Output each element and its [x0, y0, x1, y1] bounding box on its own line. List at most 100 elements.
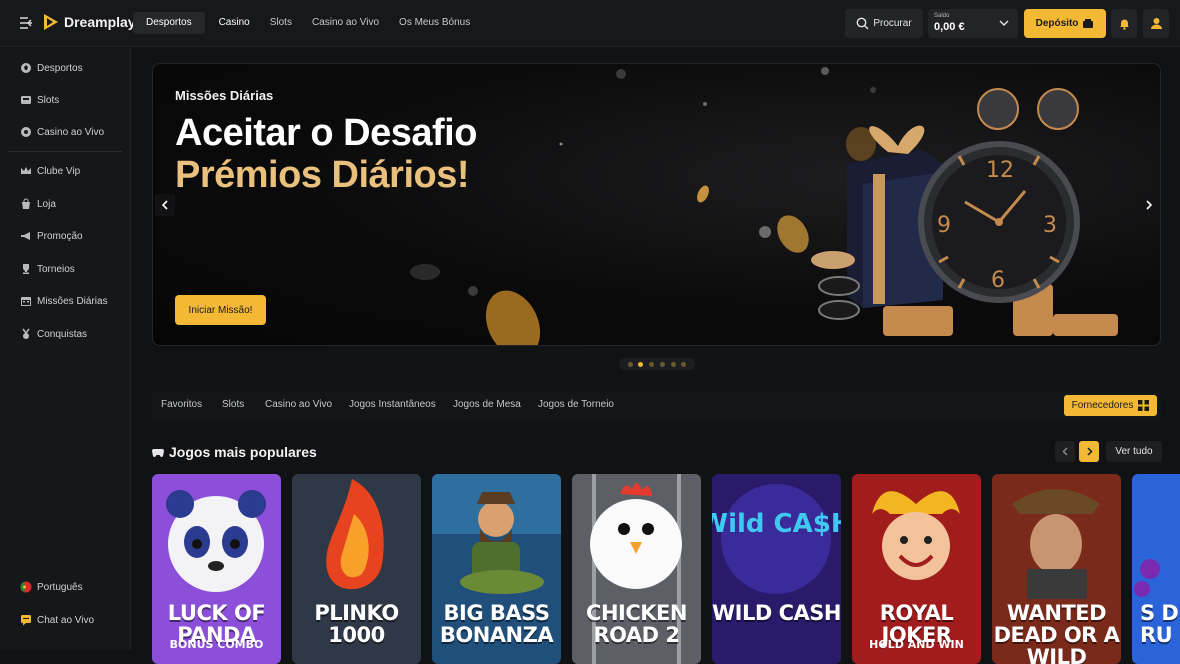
language-label: Português — [37, 581, 83, 593]
popular-games-title: Jogos mais populares — [169, 444, 317, 460]
tab-table-games[interactable]: Jogos de Mesa — [453, 399, 521, 410]
games-next-button[interactable] — [1079, 441, 1099, 462]
pagination-dot[interactable] — [627, 361, 633, 367]
game-subtitle: BONUS COMBO — [169, 638, 264, 651]
sidebar-item-label: Promoção — [37, 230, 83, 242]
clock-number-9: 9 — [937, 213, 951, 238]
game-title: WILD CASH — [712, 601, 841, 625]
pagination-dot[interactable] — [638, 361, 644, 367]
top-nav-slots[interactable]: Slots — [260, 12, 302, 34]
tab-live-casino[interactable]: Casino ao Vivo — [265, 399, 332, 410]
chat-icon — [21, 615, 31, 626]
clock-number-3: 3 — [1043, 213, 1057, 238]
tab-favorites[interactable]: Favoritos — [161, 399, 202, 410]
tab-slots[interactable]: Slots — [222, 399, 244, 410]
live-chat-label: Chat ao Vivo — [37, 614, 95, 626]
sidebar-item-shop[interactable]: Loja — [20, 197, 56, 211]
top-nav-my-bonuses[interactable]: Os Meus Bónus — [389, 12, 480, 34]
clock-face-numbers: 12 3 6 9 — [937, 158, 1057, 293]
top-nav-live-casino[interactable]: Casino ao Vivo — [302, 12, 389, 34]
hero-prev-button[interactable] — [155, 194, 175, 216]
deposit-button[interactable]: Depósito — [1024, 9, 1106, 38]
deposit-label: Depósito — [1035, 18, 1079, 29]
hero-kicker: Missões Diárias — [175, 88, 274, 103]
brand-name: Dreamplay — [64, 14, 136, 30]
pagination-dot[interactable] — [649, 361, 655, 367]
sidebar-item-tournaments[interactable]: Torneios — [20, 262, 75, 276]
sidebar-item-slots[interactable]: Slots — [20, 93, 59, 107]
game-card-wanted-dead-or-a-wild[interactable]: WANTED DEAD OR A WILD — [992, 474, 1121, 664]
brand-logo[interactable]: Dreamplay — [42, 12, 136, 32]
balance-label: Saldo — [934, 13, 950, 19]
menu-toggle-icon[interactable] — [18, 15, 34, 31]
game-card-royal-joker[interactable]: ROYAL JOKER HOLD AND WIN — [852, 474, 981, 664]
pagination-dot[interactable] — [670, 361, 676, 367]
trophy-icon — [23, 264, 29, 274]
providers-label: Fornecedores — [1071, 400, 1134, 411]
sidebar-item-daily-missions[interactable]: Missões Diárias — [20, 294, 108, 308]
sidebar-item-achievements[interactable]: Conquistas — [20, 327, 87, 341]
sidebar-item-live-casino[interactable]: Casino ao Vivo — [20, 125, 104, 139]
profile-button[interactable] — [1143, 9, 1169, 38]
pagination-dot[interactable] — [681, 361, 687, 367]
medal-icon — [22, 328, 30, 339]
games-prev-button[interactable] — [1055, 441, 1075, 462]
see-all-button[interactable]: Ver tudo — [1106, 441, 1162, 462]
top-bar: Dreamplay Desportos Casino Slots Casino … — [0, 0, 1180, 47]
gamepad-icon — [152, 448, 164, 457]
game-title: BIG BASS BONANZA — [439, 601, 554, 647]
game-subtitle: HOLD AND WIN — [869, 638, 964, 651]
chevron-right-icon — [1086, 447, 1093, 456]
balance-dropdown[interactable]: Saldo 0,00 € — [928, 9, 1018, 38]
search-label: Procurar — [873, 18, 912, 29]
grid-icon — [1138, 400, 1150, 411]
providers-button[interactable]: Fornecedores — [1064, 395, 1157, 416]
tab-instant-games[interactable]: Jogos Instantâneos — [349, 399, 436, 410]
sports-ball-icon — [21, 63, 31, 73]
start-mission-button[interactable]: Iniciar Missão! — [175, 295, 266, 325]
hero-next-button[interactable] — [1139, 194, 1159, 216]
sidebar-item-label: Loja — [37, 198, 56, 210]
top-nav-casino[interactable]: Casino — [209, 12, 260, 34]
sidebar-item-sports[interactable]: Desportos — [20, 61, 83, 75]
sidebar-item-label: Casino ao Vivo — [37, 126, 105, 138]
sidebar-item-label: Slots — [37, 94, 60, 106]
hero-banner[interactable]: 12 3 6 9 Missões Diárias Aceitar o Desaf… — [152, 63, 1161, 346]
notifications-button[interactable] — [1111, 9, 1137, 38]
sidebar-item-label: Missões Diárias — [37, 295, 108, 307]
wallet-icon — [1083, 18, 1094, 28]
live-chat-button[interactable]: Chat ao Vivo — [20, 613, 94, 627]
game-card-luck-of-panda[interactable]: LUCK OF PANDA BONUS COMBO — [152, 474, 281, 664]
sidebar-item-label: Conquistas — [37, 328, 88, 340]
game-card-plinko-1000[interactable]: PLINKO 1000 — [292, 474, 421, 664]
language-selector[interactable]: Português — [20, 580, 83, 594]
pagination-dot[interactable] — [659, 361, 665, 367]
hero-pagination — [619, 358, 695, 370]
category-tabs: Favoritos Slots Casino ao Vivo Jogos Ins… — [152, 392, 1161, 420]
sidebar-item-label: Torneios — [37, 263, 75, 275]
calendar-icon — [21, 297, 31, 306]
chevron-right-icon — [1146, 200, 1153, 210]
sidebar-item-label: Clube Vip — [37, 165, 81, 177]
search-button[interactable]: Procurar — [845, 9, 923, 38]
logo-mark-icon — [44, 14, 58, 30]
game-card-partial[interactable]: S D RU — [1132, 474, 1180, 664]
slots-icon — [21, 96, 31, 104]
clock-number-6: 6 — [991, 268, 1005, 293]
game-card-wild-cash[interactable]: Wild CA$H WILD CASH — [712, 474, 841, 664]
tab-tournament-games[interactable]: Jogos de Torneio — [538, 399, 614, 410]
game-art: Wild CA$H — [712, 474, 841, 664]
game-card-big-bass-bonanza[interactable]: BIG BASS BONANZA — [432, 474, 561, 664]
sidebar-divider — [8, 151, 122, 152]
chevron-left-icon — [1061, 447, 1068, 456]
sidebar-item-promotion[interactable]: Promoção — [20, 229, 83, 243]
top-nav: Desportos Casino Slots Casino ao Vivo Os… — [133, 12, 480, 34]
game-title: WANTED DEAD OR A WILD — [993, 601, 1120, 664]
game-card-chicken-road-2[interactable]: CHICKEN ROAD 2 — [572, 474, 701, 664]
shop-icon — [22, 198, 30, 209]
game-title: CHICKEN ROAD 2 — [586, 601, 687, 647]
wild-cash-logo: Wild CA$H — [712, 509, 841, 539]
sidebar-item-vip-club[interactable]: Clube Vip — [20, 164, 80, 178]
top-nav-sports[interactable]: Desportos — [133, 12, 205, 34]
user-icon — [1150, 18, 1162, 29]
